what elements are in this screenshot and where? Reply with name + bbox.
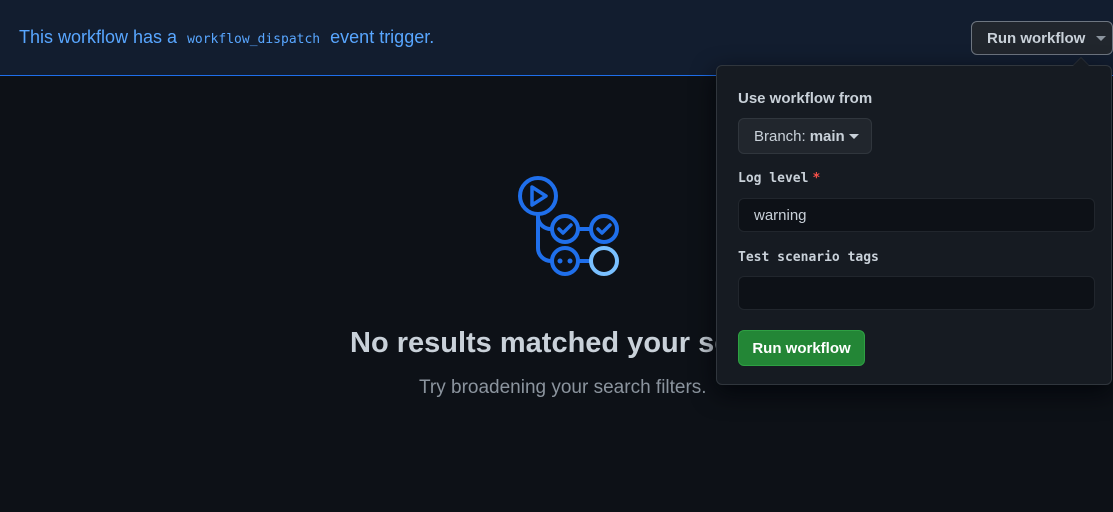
banner-text-before: This workflow has a bbox=[19, 27, 178, 47]
empty-state-subtitle: Try broadening your search filters. bbox=[419, 377, 707, 398]
chevron-down-icon bbox=[1096, 35, 1107, 41]
workflow-graph-icon bbox=[518, 176, 619, 276]
banner-text-after: event trigger. bbox=[330, 27, 435, 47]
test-scenario-tags-label: Test scenario tags bbox=[738, 250, 879, 265]
log-level-label-text: Log level bbox=[738, 171, 809, 186]
dropdown-heading: Use workflow from bbox=[738, 90, 873, 107]
run-workflow-dropdown: Use workflow from Branch: main Log level… bbox=[716, 65, 1112, 385]
test-scenario-tags-input[interactable] bbox=[738, 276, 1095, 310]
log-level-input[interactable] bbox=[738, 198, 1095, 232]
branch-select-button[interactable]: Branch: main bbox=[738, 118, 872, 154]
run-workflow-button[interactable]: Run workflow bbox=[971, 21, 1113, 55]
log-level-label: Log level * bbox=[738, 171, 820, 186]
branch-prefix: Branch: bbox=[754, 127, 806, 145]
run-workflow-label: Run workflow bbox=[987, 29, 1086, 47]
required-marker: * bbox=[812, 171, 821, 186]
banner-code: workflow_dispatch bbox=[187, 32, 321, 47]
chevron-down-icon bbox=[848, 133, 859, 139]
dropdown-pointer-fill bbox=[1073, 58, 1089, 66]
branch-name: main bbox=[809, 127, 845, 145]
banner-message: This workflow has a workflow_dispatch ev… bbox=[19, 27, 434, 48]
submit-run-workflow-button[interactable]: Run workflow bbox=[738, 330, 865, 366]
